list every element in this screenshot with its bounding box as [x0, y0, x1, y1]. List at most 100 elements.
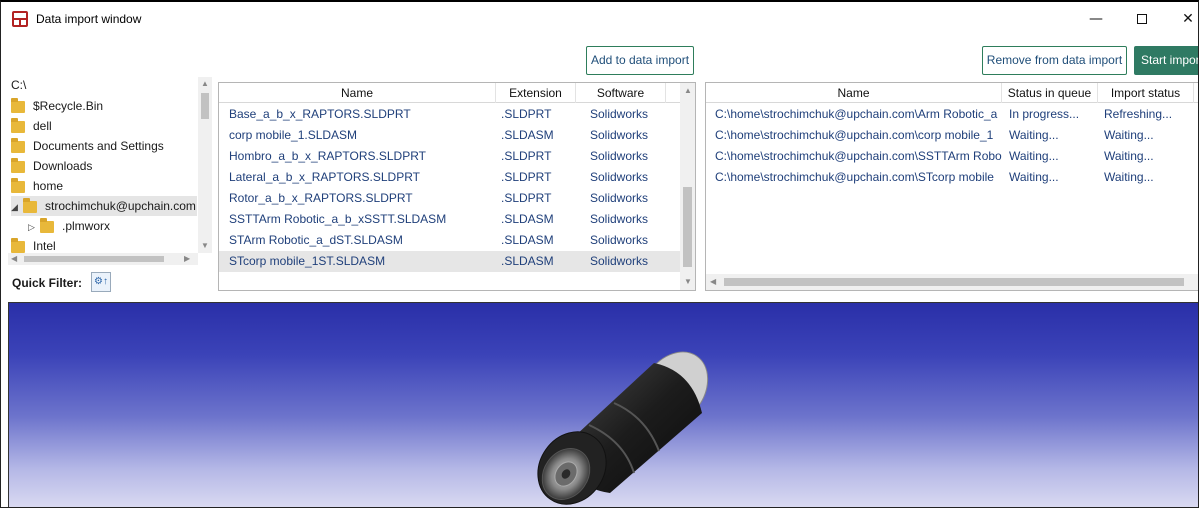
queue-row[interactable]: C:\home\strochimchuk@upchain.com\Arm Rob… — [706, 104, 1198, 125]
queue-row[interactable]: C:\home\strochimchuk@upchain.com\corp mo… — [706, 125, 1198, 146]
file-list-header: Name Extension Software — [219, 83, 681, 103]
queue-row[interactable]: C:\home\strochimchuk@upchain.com\STcorp … — [706, 167, 1198, 188]
maximize-icon — [1137, 14, 1147, 24]
queue-status: In progress... — [1009, 107, 1080, 121]
expanded-arrow-icon[interactable]: ◢ — [11, 197, 23, 217]
folder-icon — [11, 117, 25, 133]
file-row[interactable]: SSTTArm Robotic_a_b_xSSTT.SLDASM .SLDASM… — [219, 209, 681, 230]
tree-scroll-thumb[interactable] — [201, 93, 209, 119]
queue-scroll-thumb[interactable] — [724, 278, 1184, 286]
tree-item-user-folder[interactable]: ◢ strochimchuk@upchain.com — [11, 196, 197, 216]
tree-item-label: $Recycle.Bin — [33, 99, 104, 113]
remove-from-import-button[interactable]: Remove from data import — [982, 46, 1127, 75]
start-import-button[interactable]: Start import — [1134, 46, 1198, 75]
import-status: Waiting... — [1104, 149, 1154, 163]
maximize-button[interactable] — [1127, 8, 1157, 30]
tree-item-downloads[interactable]: Downloads — [11, 156, 92, 176]
folder-icon — [11, 97, 25, 113]
tree-item-plmworx[interactable]: ▷ .plmworx — [28, 216, 110, 236]
file-software: Solidworks — [590, 128, 649, 142]
folder-icon — [40, 217, 54, 233]
tree-item-dell[interactable]: dell — [11, 116, 52, 136]
column-header-status-in-queue[interactable]: Status in queue — [1002, 83, 1098, 103]
folder-tree[interactable]: C:\ $Recycle.Bin dell Documents and Sett… — [8, 77, 212, 265]
file-row[interactable]: corp mobile_1.SLDASM .SLDASM Solidworks — [219, 125, 681, 146]
3d-model-preview[interactable] — [514, 343, 724, 508]
scroll-up-icon[interactable]: ▲ — [201, 79, 209, 88]
file-row-selected[interactable]: STcorp mobile_1ST.SLDASM .SLDASM Solidwo… — [219, 251, 681, 272]
tree-horizontal-scrollbar[interactable]: ◀ ▶ — [8, 253, 198, 265]
tree-item-home[interactable]: home — [11, 176, 63, 196]
title-bar[interactable]: Data import window — ✕ — [1, 2, 1198, 36]
folder-icon — [11, 137, 25, 153]
folder-icon — [11, 237, 25, 253]
file-row[interactable]: Lateral_a_b_x_RAPTORS.SLDPRT .SLDPRT Sol… — [219, 167, 681, 188]
file-name: Base_a_b_x_RAPTORS.SLDPRT — [229, 107, 411, 121]
file-row[interactable]: Rotor_a_b_x_RAPTORS.SLDPRT .SLDPRT Solid… — [219, 188, 681, 209]
queue-status: Waiting... — [1009, 170, 1059, 184]
file-name: STArm Robotic_a_dST.SLDASM — [229, 233, 403, 247]
column-header-name[interactable]: Name — [219, 83, 496, 103]
file-software: Solidworks — [590, 233, 649, 247]
queue-status: Waiting... — [1009, 149, 1059, 163]
queue-horizontal-scrollbar[interactable]: ◀ — [706, 274, 1198, 290]
tree-vertical-scrollbar[interactable]: ▲ ▼ — [198, 77, 212, 253]
scroll-down-icon[interactable]: ▼ — [201, 241, 209, 250]
queue-item-path: C:\home\strochimchuk@upchain.com\STcorp … — [715, 170, 994, 184]
tree-root[interactable]: C:\ — [11, 78, 26, 92]
close-button[interactable]: ✕ — [1173, 8, 1198, 30]
column-header-software[interactable]: Software — [576, 83, 666, 103]
column-header-extension[interactable]: Extension — [496, 83, 576, 103]
import-status: Waiting... — [1104, 170, 1154, 184]
file-row[interactable]: Base_a_b_x_RAPTORS.SLDPRT .SLDPRT Solidw… — [219, 104, 681, 125]
file-software: Solidworks — [590, 107, 649, 121]
scroll-left-icon[interactable]: ◀ — [11, 254, 17, 263]
queue-item-path: C:\home\strochimchuk@upchain.com\SSTTArm… — [715, 149, 1002, 163]
tree-item-label: dell — [33, 119, 52, 133]
tree-item-label: .plmworx — [62, 219, 111, 233]
tree-hscroll-thumb[interactable] — [24, 256, 164, 262]
tree-item-label: home — [33, 179, 64, 193]
file-software: Solidworks — [590, 254, 649, 268]
file-software: Solidworks — [590, 170, 649, 184]
file-extension: .SLDPRT — [501, 170, 552, 184]
scroll-down-icon[interactable]: ▼ — [684, 277, 692, 286]
file-row[interactable]: Hombro_a_b_x_RAPTORS.SLDPRT .SLDPRT Soli… — [219, 146, 681, 167]
column-header-import-status[interactable]: Import status — [1098, 83, 1194, 103]
collapsed-arrow-icon[interactable]: ▷ — [28, 217, 40, 237]
column-header-queue-name[interactable]: Name — [706, 83, 1002, 103]
folder-icon — [11, 157, 25, 173]
data-import-window: Data import window — ✕ Add to data impor… — [0, 0, 1199, 508]
file-list-scrollbar[interactable]: ▲ ▼ — [680, 83, 695, 290]
import-status: Refreshing... — [1104, 107, 1173, 121]
tree-item-label: strochimchuk@upchain.com — [45, 199, 196, 213]
scroll-right-icon[interactable]: ▶ — [184, 254, 190, 263]
file-extension: .SLDASM — [501, 254, 554, 268]
file-row[interactable]: STArm Robotic_a_dST.SLDASM .SLDASM Solid… — [219, 230, 681, 251]
queue-row[interactable]: C:\home\strochimchuk@upchain.com\SSTTArm… — [706, 146, 1198, 167]
folder-icon — [23, 197, 37, 213]
tree-item-documents-and-settings[interactable]: Documents and Settings — [11, 136, 164, 156]
model-viewer[interactable] — [8, 302, 1198, 508]
filter-icon[interactable]: ⚙↑ — [91, 272, 111, 292]
queue-header: Name Status in queue Import status — [706, 83, 1198, 103]
file-name: Rotor_a_b_x_RAPTORS.SLDPRT — [229, 191, 413, 205]
file-name: corp mobile_1.SLDASM — [229, 128, 358, 142]
file-software: Solidworks — [590, 149, 649, 163]
scroll-left-icon[interactable]: ◀ — [710, 277, 716, 286]
file-name: STcorp mobile_1ST.SLDASM — [229, 254, 386, 268]
queue-status: Waiting... — [1009, 128, 1059, 142]
scroll-up-icon[interactable]: ▲ — [684, 86, 692, 95]
import-queue-list[interactable]: Name Status in queue Import status C:\ho… — [705, 82, 1198, 291]
tree-item-label: Documents and Settings — [33, 139, 164, 153]
minimize-button[interactable]: — — [1081, 8, 1111, 30]
file-name: Lateral_a_b_x_RAPTORS.SLDPRT — [229, 170, 420, 184]
file-software: Solidworks — [590, 191, 649, 205]
tree-item-recycle-bin[interactable]: $Recycle.Bin — [11, 96, 103, 116]
file-extension: .SLDPRT — [501, 191, 552, 205]
file-list[interactable]: Name Extension Software Base_a_b_x_RAPTO… — [218, 82, 696, 291]
tree-item-label: Intel — [33, 239, 56, 253]
file-list-scroll-thumb[interactable] — [683, 187, 692, 267]
file-software: Solidworks — [590, 212, 649, 226]
add-to-import-button[interactable]: Add to data import — [586, 46, 694, 75]
